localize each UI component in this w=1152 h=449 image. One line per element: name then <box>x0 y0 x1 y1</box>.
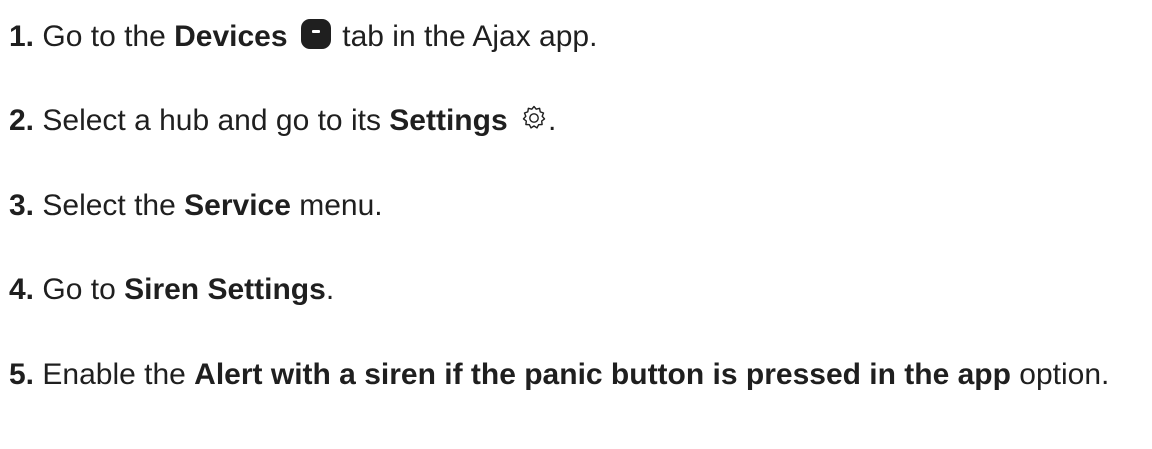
step-text-end: tab in the Ajax app. <box>333 20 598 53</box>
step-1: 1. Go to the Devices tab in the Ajax app… <box>9 14 1152 60</box>
step-number: 3. <box>9 189 35 222</box>
step-text-end: option. <box>1010 358 1110 391</box>
step-keyword: Alert with a siren if the panic button i… <box>194 358 1011 391</box>
step-text: Select the <box>42 189 185 222</box>
step-text: Go to the <box>42 20 175 53</box>
step-number: 1. <box>9 20 35 53</box>
devices-icon <box>300 19 331 49</box>
step-text-end: . <box>325 273 335 306</box>
step-text: Go to <box>42 273 125 306</box>
step-number: 2. <box>9 104 35 137</box>
step-keyword: Siren Settings <box>124 273 326 306</box>
step-text-end: menu. <box>290 189 383 222</box>
step-keyword: Settings <box>389 104 508 137</box>
gear-icon <box>522 105 546 129</box>
instruction-steps: 1. Go to the Devices tab in the Ajax app… <box>0 0 1152 449</box>
step-keyword: Service <box>184 189 291 222</box>
step-number: 4. <box>9 273 35 306</box>
step-text: Select a hub and go to its <box>42 104 390 137</box>
step-5: 5. Enable the Alert with a siren if the … <box>9 352 1152 398</box>
step-keyword: Devices <box>174 20 288 53</box>
step-2: 2. Select a hub and go to its Settings . <box>9 98 1152 144</box>
step-3: 3. Select the Service menu. <box>9 183 1152 229</box>
step-4: 4. Go to Siren Settings. <box>9 267 1152 313</box>
step-number: 5. <box>9 358 35 391</box>
step-text-end: . <box>547 104 557 137</box>
step-text: Enable the <box>42 358 195 391</box>
